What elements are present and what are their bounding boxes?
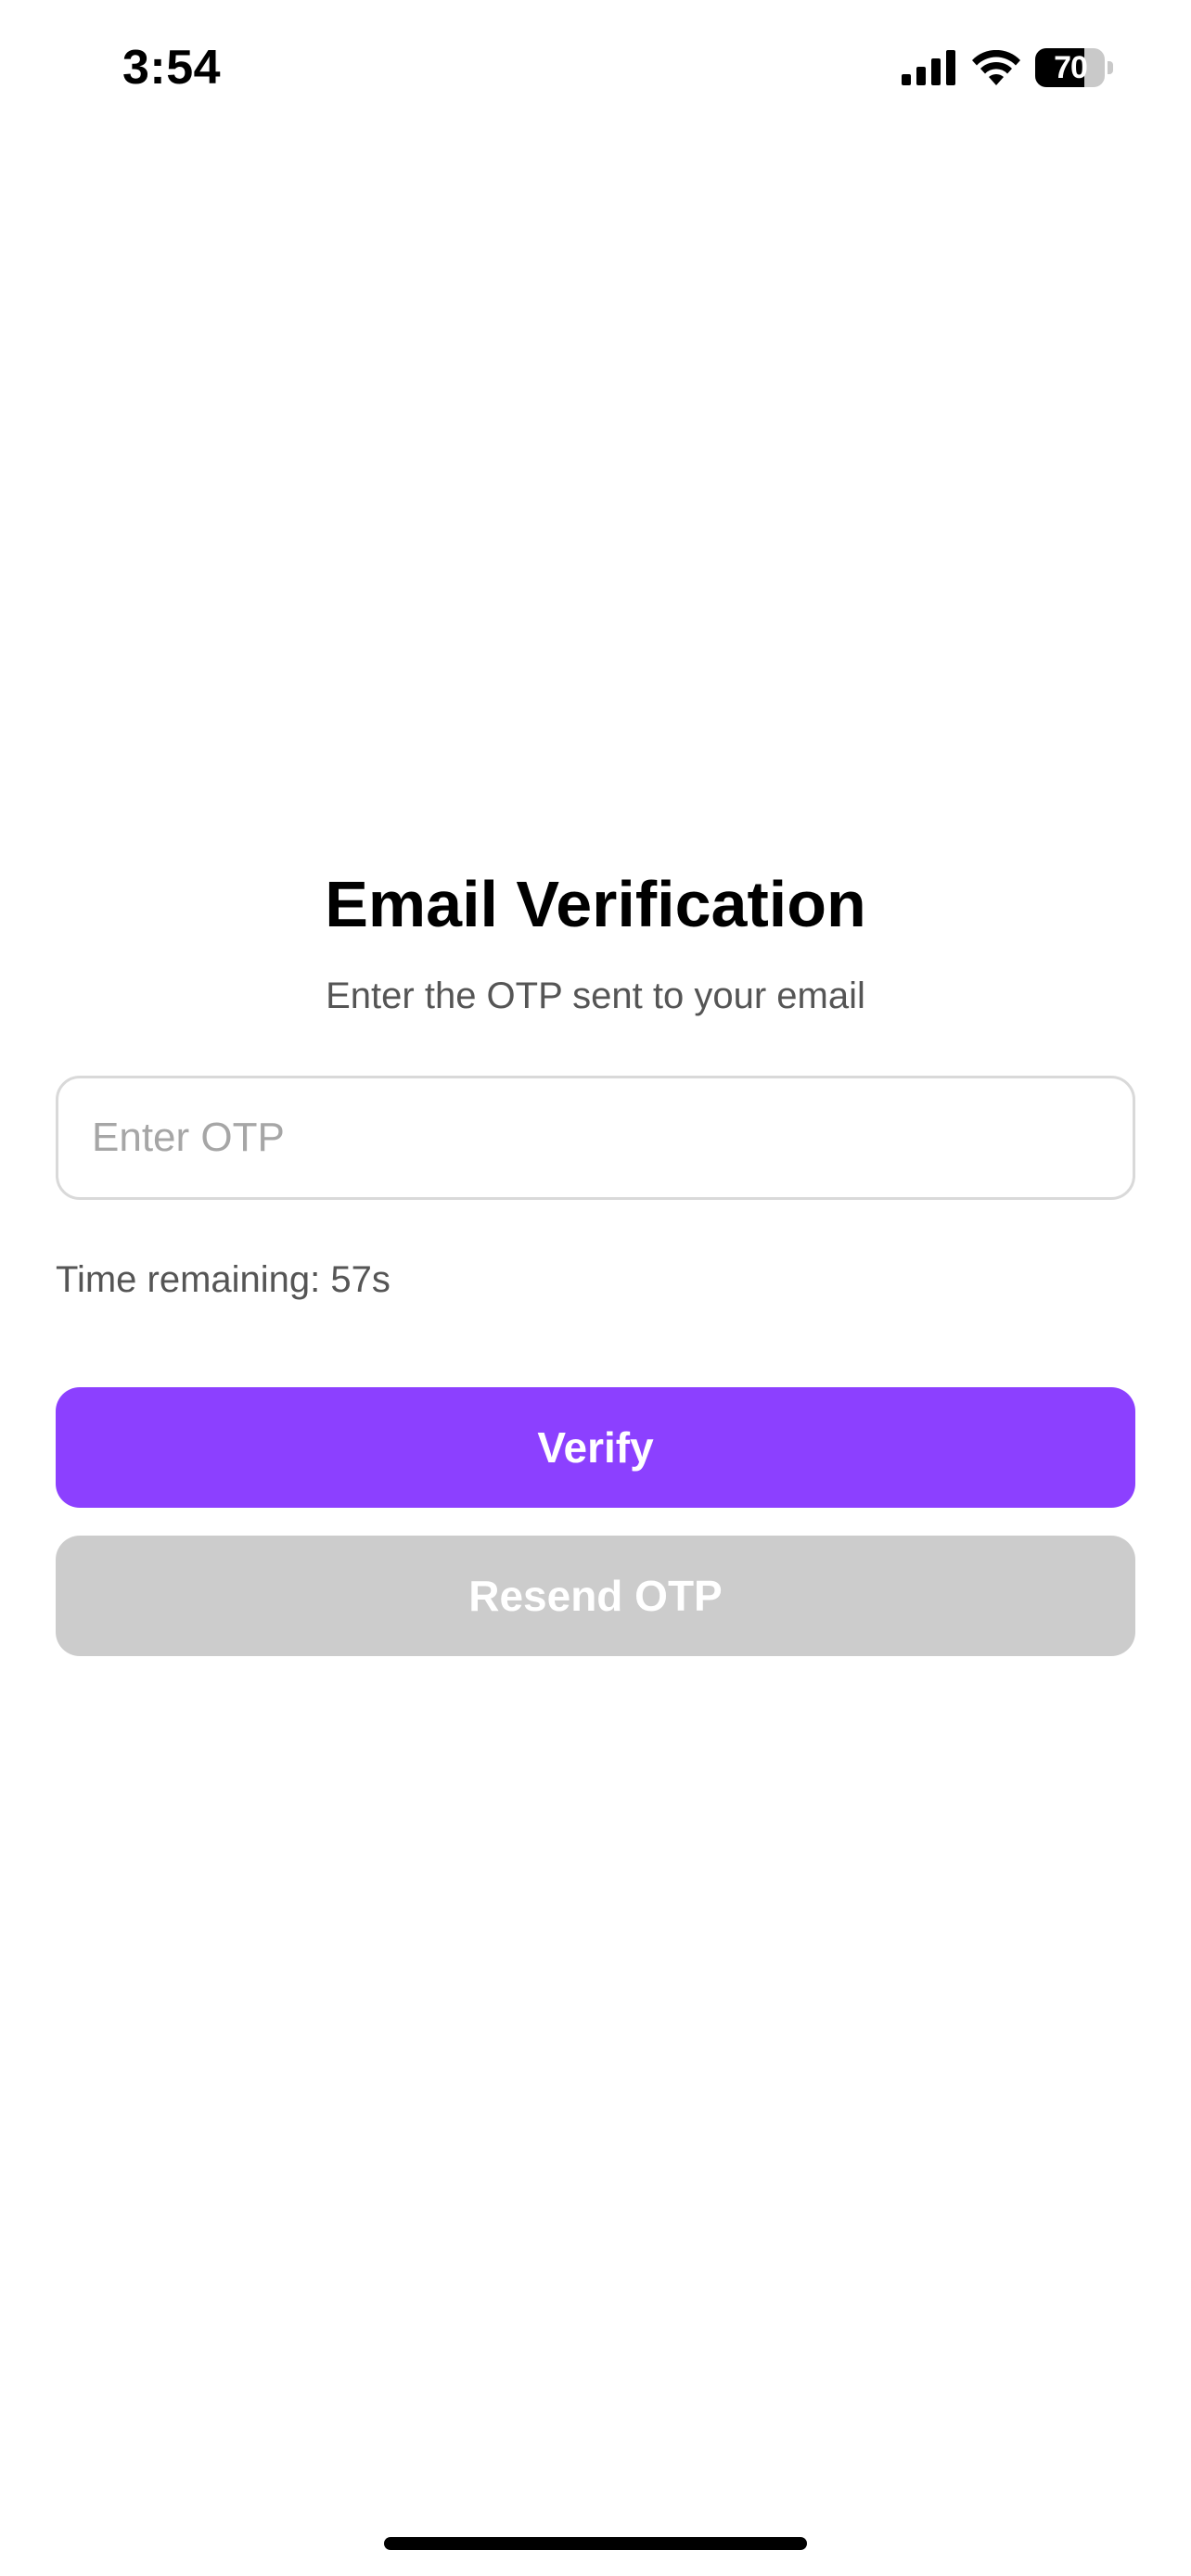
battery-level: 70: [1054, 50, 1088, 85]
status-bar: 3:54 70: [0, 0, 1191, 130]
status-icons: 70: [902, 46, 1113, 89]
page-title: Email Verification: [325, 868, 866, 940]
battery-cap: [1108, 61, 1113, 74]
page-subtitle: Enter the OTP sent to your email: [326, 976, 865, 1016]
cellular-signal-icon: [902, 50, 957, 85]
battery-icon: 70: [1035, 48, 1113, 87]
resend-otp-button[interactable]: Resend OTP: [56, 1536, 1135, 1656]
battery-body: 70: [1035, 48, 1106, 87]
home-indicator[interactable]: [384, 2537, 807, 2550]
status-time: 3:54: [122, 41, 222, 95]
wifi-icon: [972, 50, 1020, 85]
otp-input[interactable]: [56, 1076, 1135, 1200]
timer-text: Time remaining: 57s: [56, 1259, 391, 1300]
verify-button[interactable]: Verify: [56, 1387, 1135, 1508]
